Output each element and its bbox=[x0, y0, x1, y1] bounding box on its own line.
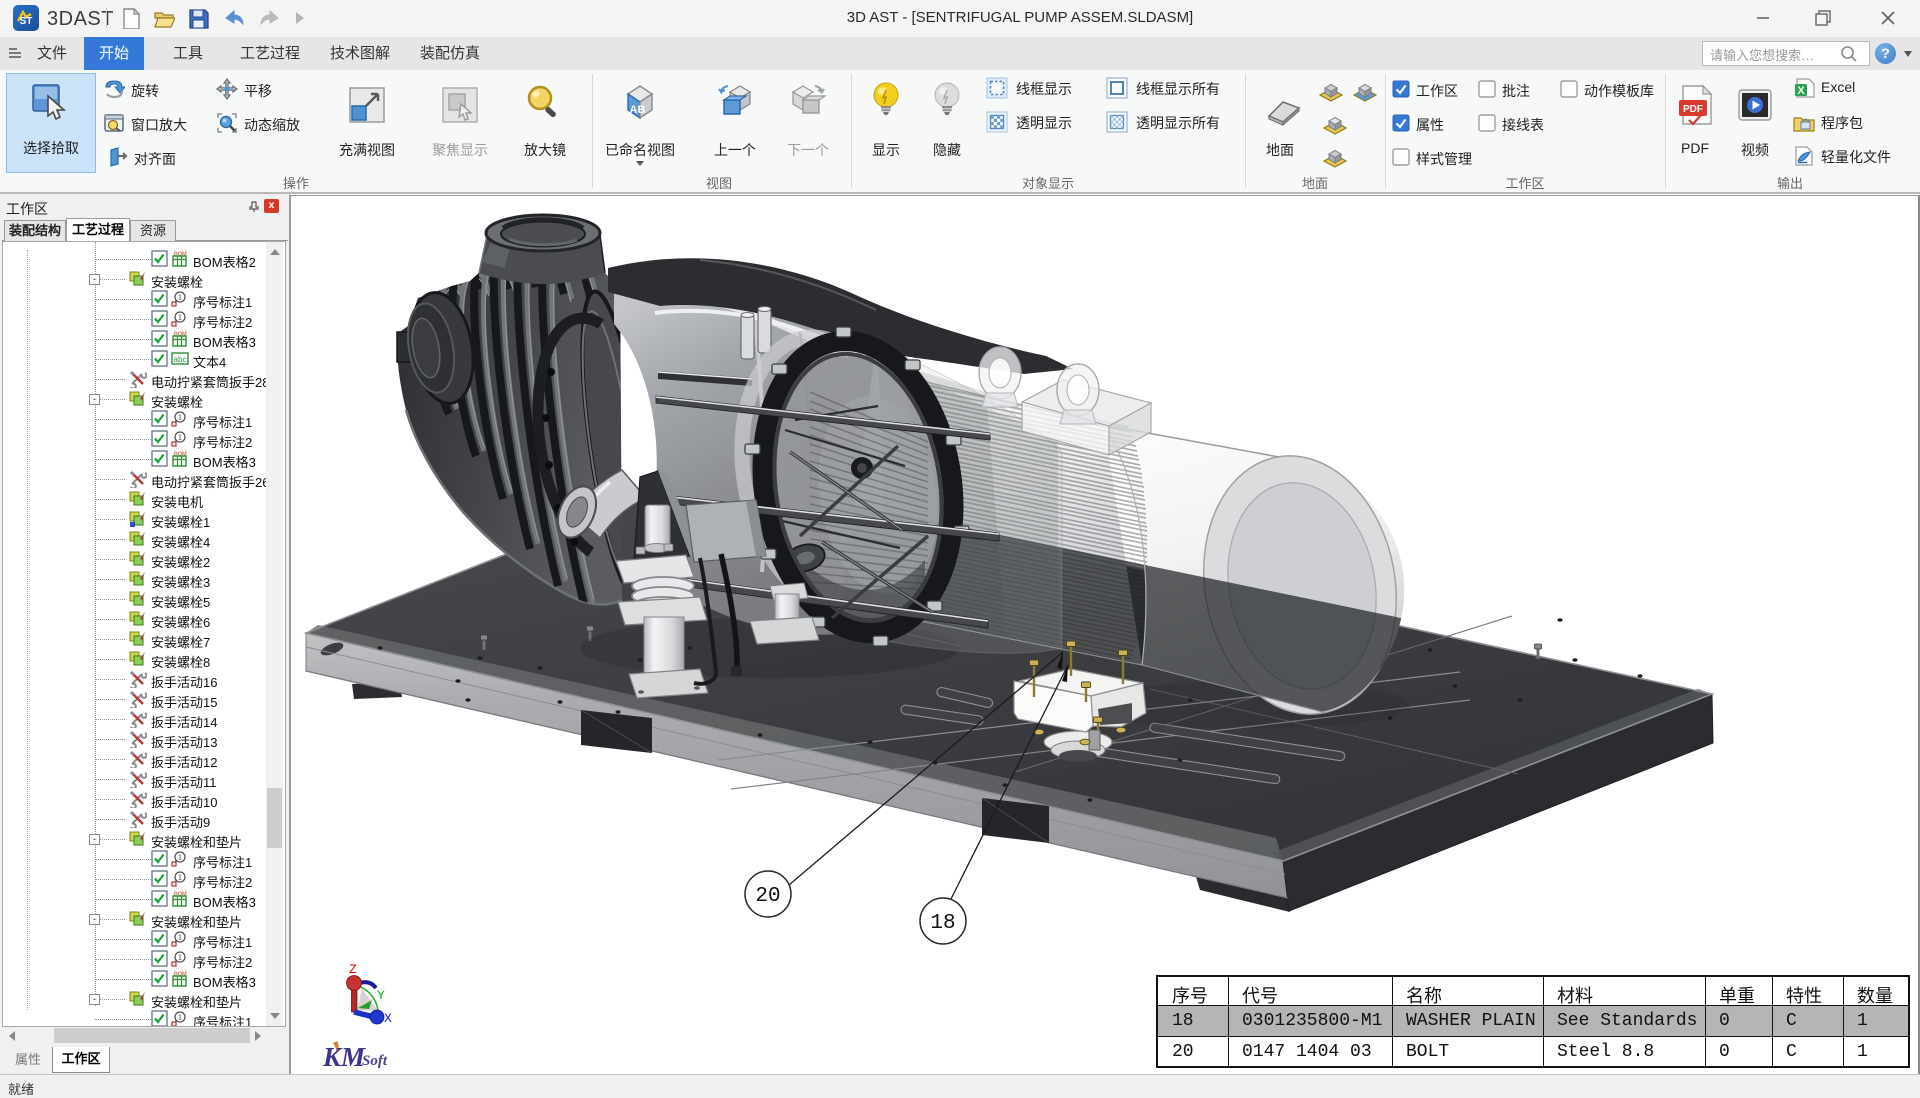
svg-text:1: 1 bbox=[178, 935, 182, 942]
svg-text:Z: Z bbox=[349, 962, 357, 977]
svg-text:1: 1 bbox=[178, 435, 182, 442]
svg-text:20: 20 bbox=[755, 885, 780, 908]
svg-text:X: X bbox=[384, 1011, 392, 1026]
svg-text:1: 1 bbox=[178, 315, 182, 322]
svg-text:1: 1 bbox=[178, 955, 182, 962]
svg-text:1: 1 bbox=[178, 855, 182, 862]
svg-text:Soft: Soft bbox=[362, 1053, 388, 1069]
svg-text:1: 1 bbox=[178, 295, 182, 302]
svg-text:AB: AB bbox=[630, 104, 646, 116]
svg-text:18: 18 bbox=[930, 912, 955, 935]
svg-text:Y: Y bbox=[377, 988, 385, 1003]
svg-text:X: X bbox=[1797, 85, 1805, 97]
svg-text:KM: KM bbox=[322, 1042, 366, 1072]
svg-text:1: 1 bbox=[178, 415, 182, 422]
svg-text:1: 1 bbox=[178, 875, 182, 882]
svg-text:PDF: PDF bbox=[1683, 104, 1703, 115]
svg-text:1: 1 bbox=[178, 1015, 182, 1022]
svg-text:abc: abc bbox=[174, 355, 187, 364]
svg-text:ST: ST bbox=[20, 16, 33, 27]
